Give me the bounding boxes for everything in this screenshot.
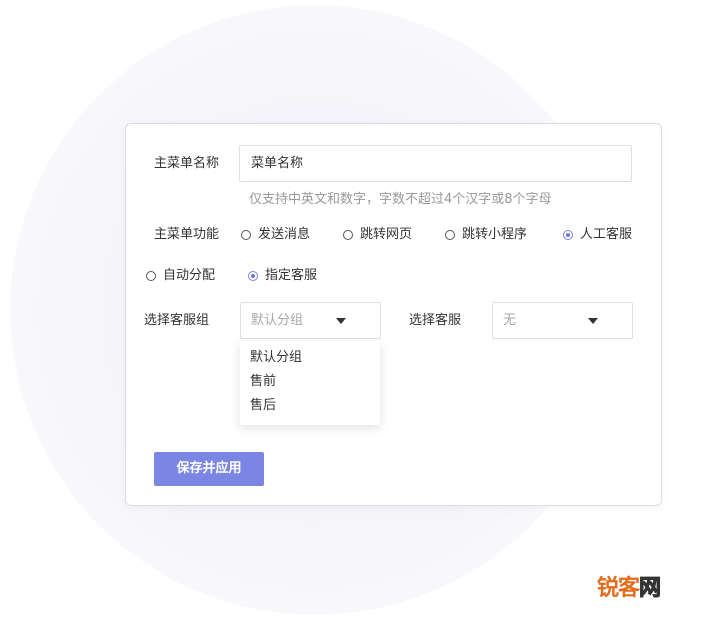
- dropdown-item-default[interactable]: 默认分组: [250, 349, 302, 367]
- save-apply-button[interactable]: 保存并应用: [154, 452, 264, 486]
- radio-label: 跳转网页: [360, 227, 413, 242]
- radio-human-service[interactable]: 人工客服: [563, 226, 632, 244]
- dropdown-item-presale[interactable]: 售前: [250, 373, 276, 391]
- group-label: 选择客服组: [144, 313, 210, 328]
- radio-label: 指定客服: [265, 268, 318, 283]
- function-label: 主菜单功能: [154, 227, 220, 242]
- caret-down-icon: [588, 318, 598, 324]
- radio-checked-icon: [248, 271, 258, 281]
- site-watermark-logo: 锐客网: [597, 576, 662, 602]
- radio-label: 跳转小程序: [462, 227, 528, 242]
- agent-label: 选择客服: [409, 313, 462, 328]
- radio-circle-icon: [445, 230, 455, 240]
- menu-name-label: 主菜单名称: [154, 156, 220, 171]
- radio-checked-icon: [563, 230, 573, 240]
- radio-specify-agent[interactable]: 指定客服: [248, 267, 317, 285]
- radio-circle-icon: [241, 230, 251, 240]
- dropdown-item-aftersale[interactable]: 售后: [250, 397, 276, 415]
- menu-config-card: 主菜单名称 菜单名称 仅支持中英文和数字，字数不超过4个汉字或8个字母 主菜单功…: [125, 123, 662, 506]
- radio-circle-icon: [343, 230, 353, 240]
- watermark-char-3: 网: [639, 576, 662, 602]
- group-select-value: 默认分组: [251, 313, 304, 328]
- menu-name-value: 菜单名称: [251, 156, 304, 171]
- group-select[interactable]: 默认分组: [240, 302, 381, 339]
- group-dropdown-menu: 默认分组 售前 售后: [240, 341, 380, 425]
- agent-select[interactable]: 无: [492, 302, 633, 339]
- menu-name-hint: 仅支持中英文和数字，字数不超过4个汉字或8个字母: [249, 192, 552, 207]
- watermark-char-1: 锐: [597, 576, 619, 601]
- radio-auto-assign[interactable]: 自动分配: [146, 267, 215, 285]
- radio-circle-icon: [146, 271, 156, 281]
- radio-jump-miniprogram[interactable]: 跳转小程序: [445, 226, 527, 244]
- radio-label: 人工客服: [580, 227, 633, 242]
- radio-label: 发送消息: [258, 227, 311, 242]
- caret-down-icon: [336, 318, 346, 324]
- radio-jump-webpage[interactable]: 跳转网页: [343, 226, 412, 244]
- radio-send-message[interactable]: 发送消息: [241, 226, 310, 244]
- menu-name-input[interactable]: 菜单名称: [239, 145, 632, 182]
- agent-select-value: 无: [503, 313, 517, 328]
- radio-label: 自动分配: [163, 268, 216, 283]
- watermark-char-2: 客: [618, 576, 640, 601]
